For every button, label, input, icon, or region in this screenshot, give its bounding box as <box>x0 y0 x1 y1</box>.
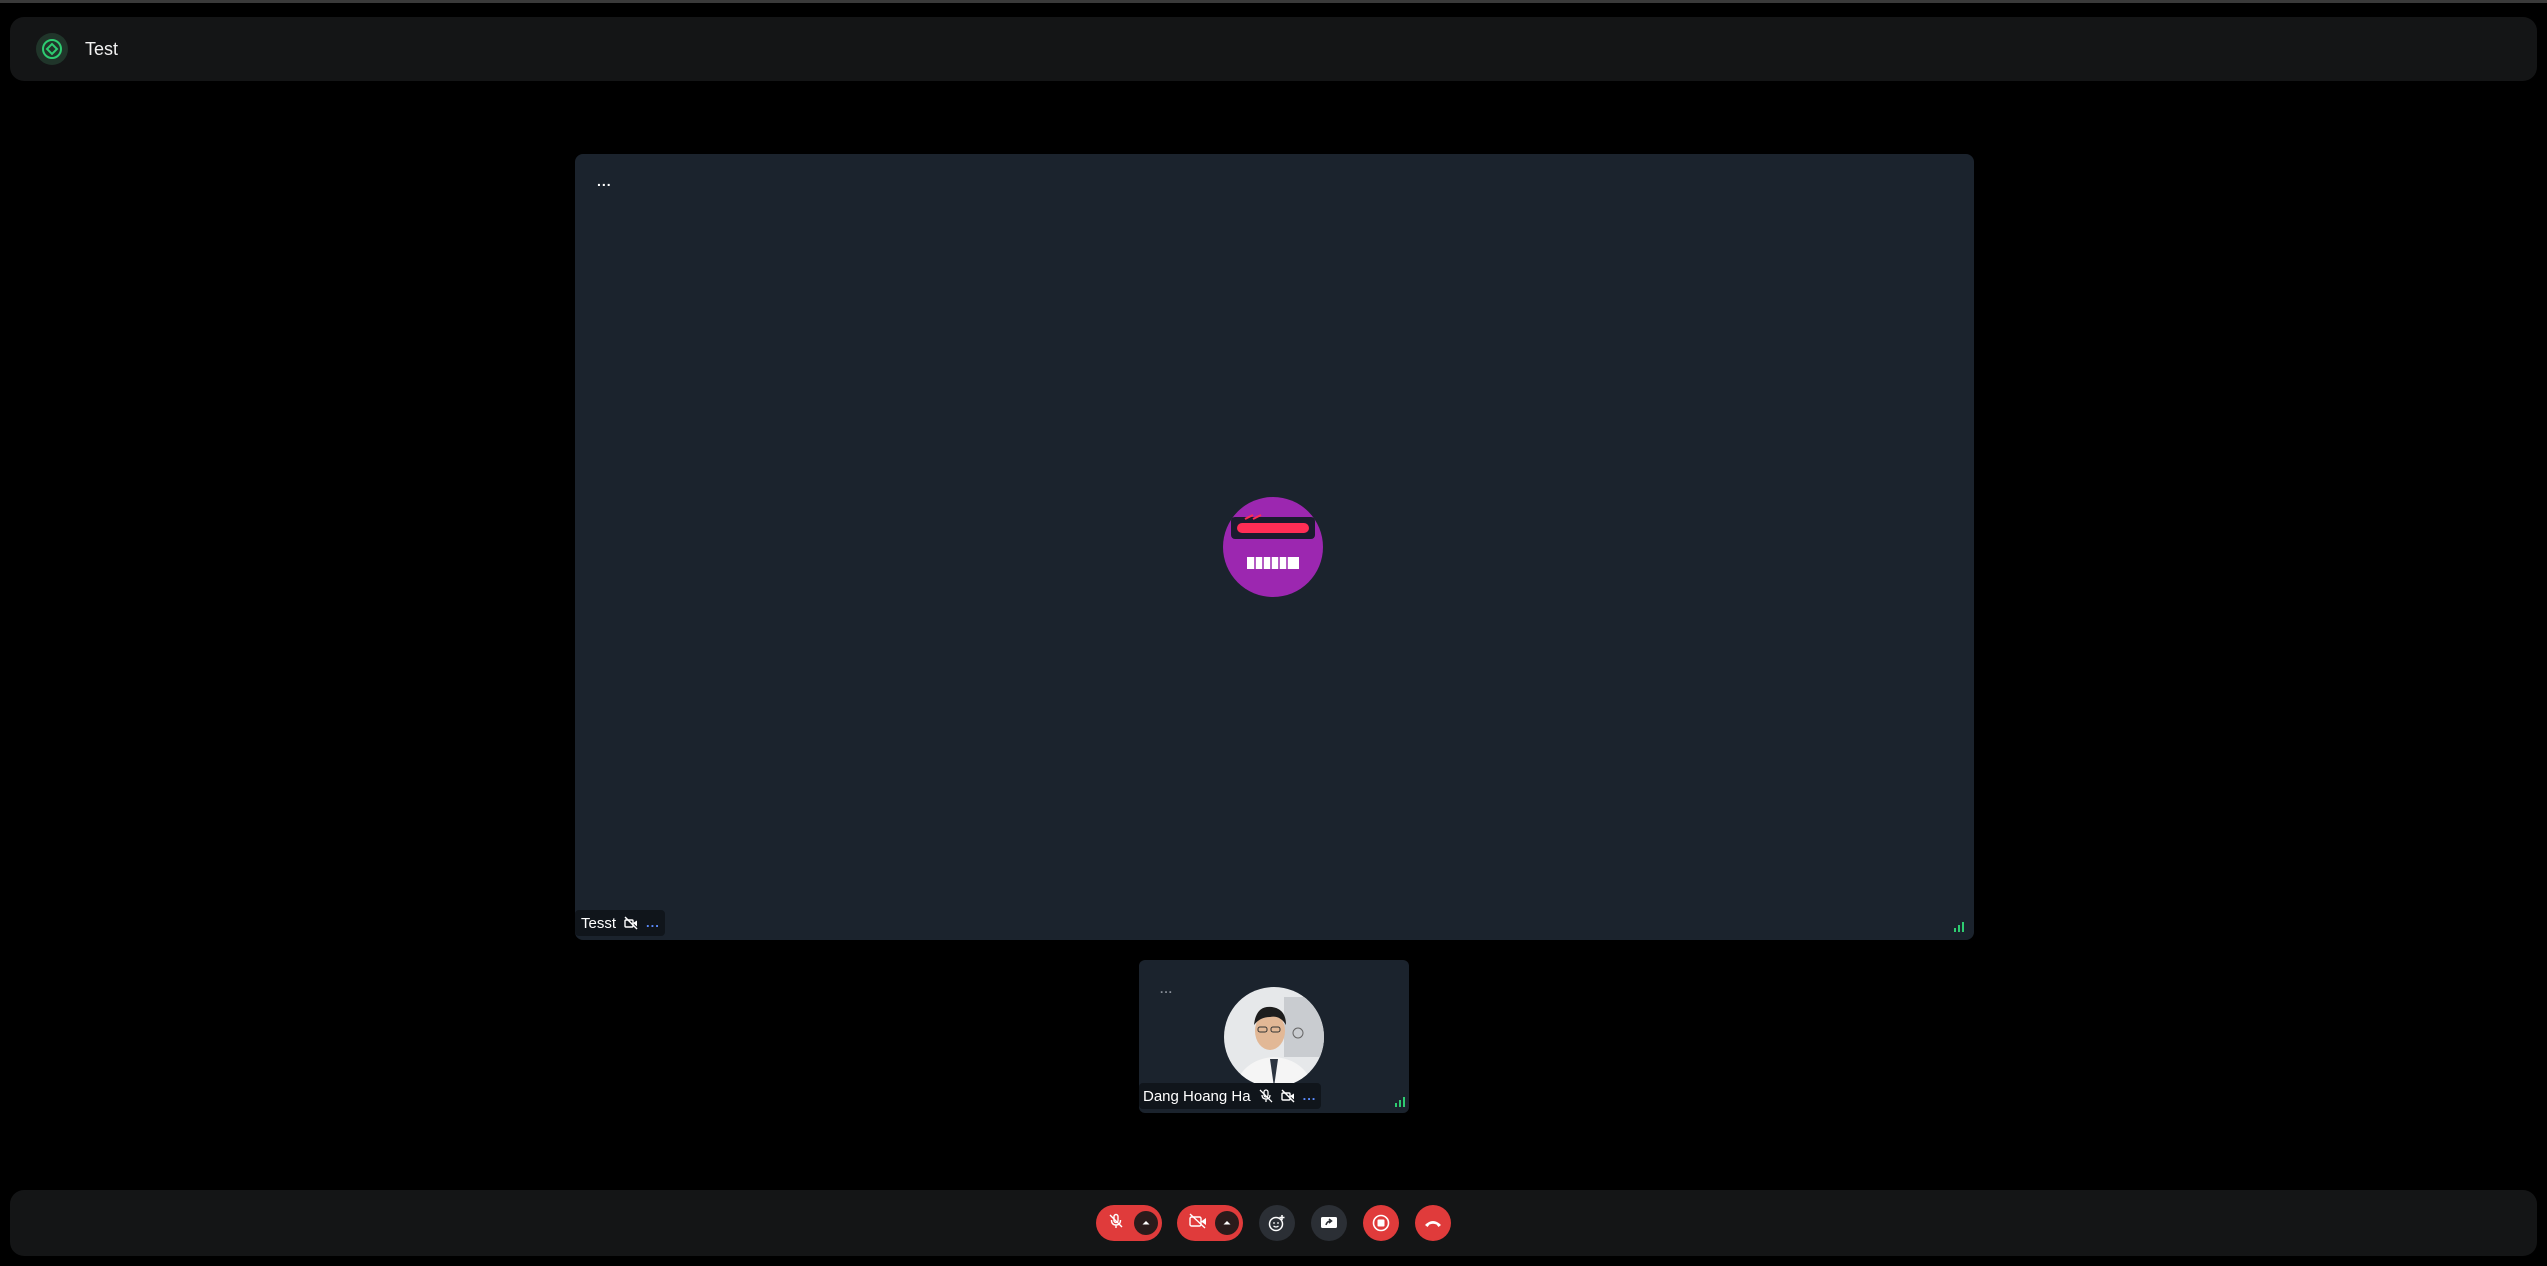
video-off-icon <box>1189 1212 1207 1234</box>
meeting-header: Test <box>10 17 2537 81</box>
video-off-icon <box>1280 1089 1295 1103</box>
self-options-button[interactable]: ... <box>1303 1089 1317 1102</box>
mic-toggle-button[interactable] <box>1096 1205 1162 1241</box>
video-off-icon <box>624 916 638 930</box>
hang-up-icon <box>1425 1221 1441 1227</box>
mic-off-icon <box>1259 1089 1273 1103</box>
main-participant-tile[interactable]: ... Tesst ... <box>575 154 1974 940</box>
screen-share-button[interactable] <box>1311 1205 1347 1241</box>
chevron-up-icon <box>1142 1221 1150 1225</box>
camera-options-button[interactable] <box>1215 1211 1239 1235</box>
connection-quality-icon <box>1394 1094 1408 1107</box>
robot-face-avatar <box>1223 497 1323 597</box>
emoji-add-icon <box>1268 1215 1285 1232</box>
self-participant-tile[interactable]: ... Dang Hoang Ha ... <box>1139 960 1409 1113</box>
leave-call-button[interactable] <box>1415 1205 1451 1241</box>
self-participant-name: Dang Hoang Ha <box>1143 1087 1251 1105</box>
stop-record-icon <box>1372 1214 1390 1232</box>
tile-options-button[interactable]: ... <box>597 174 612 188</box>
participant-name: Tesst <box>581 914 617 932</box>
stop-recording-button[interactable] <box>1363 1205 1399 1241</box>
participant-photo-avatar <box>1224 987 1324 1087</box>
connection-quality-icon <box>1953 919 1967 932</box>
reactions-button[interactable] <box>1259 1205 1295 1241</box>
chevron-up-icon <box>1223 1221 1231 1225</box>
participant-options-button[interactable]: ... <box>646 916 660 929</box>
window-top-border <box>0 0 2547 3</box>
self-name-tag: Dang Hoang Ha ... <box>1139 1083 1322 1109</box>
call-control-bar <box>10 1190 2537 1256</box>
screen-share-icon <box>1321 1217 1337 1228</box>
self-tile-options-button[interactable]: ... <box>1160 983 1173 995</box>
camera-toggle-button[interactable] <box>1177 1205 1243 1241</box>
participant-name-tag: Tesst ... <box>575 910 665 936</box>
meeting-title: Test <box>85 38 119 59</box>
mic-options-button[interactable] <box>1134 1211 1158 1235</box>
app-logo-icon <box>36 33 68 65</box>
mic-off-icon <box>1108 1213 1124 1234</box>
